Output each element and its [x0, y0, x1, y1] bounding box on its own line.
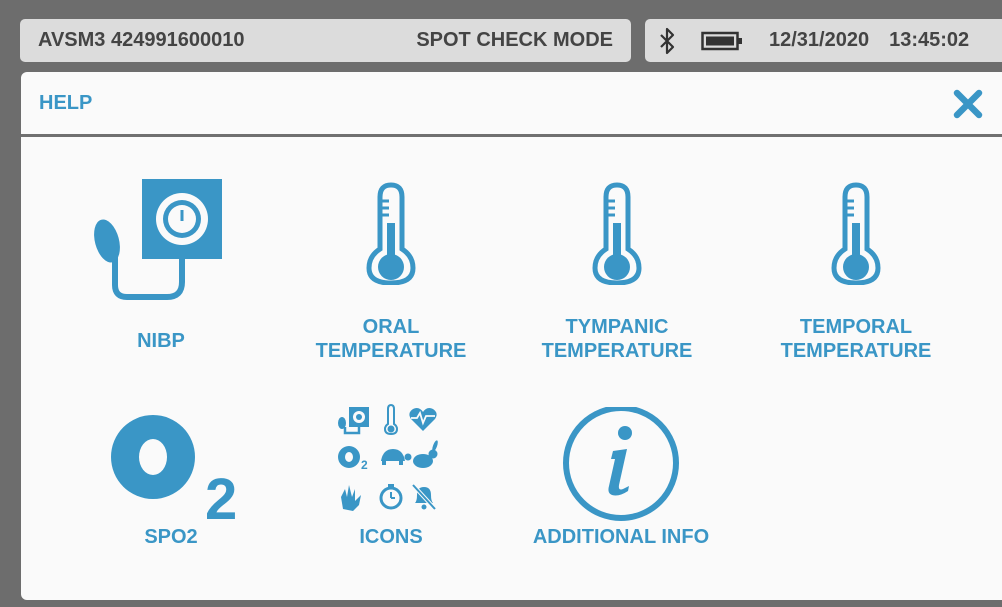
tile-temporal-temperature[interactable]: TEMPORAL TEMPERATURE [766, 177, 946, 377]
mini-timer-icon [379, 484, 403, 510]
mini-hand-icon [341, 485, 361, 511]
status-bar-device: AVSM3 424991600010 SPOT CHECK MODE [20, 19, 631, 62]
tile-label-line2: TEMPERATURE [780, 340, 932, 362]
tile-label-line2: TEMPERATURE [315, 340, 467, 362]
tile-label-line2: TEMPERATURE [541, 340, 693, 362]
bluetooth-icon [660, 27, 675, 54]
time-display: 13:45:02 [889, 29, 970, 51]
tile-nibp[interactable]: NIBP [81, 177, 241, 377]
mini-alarm-off-icon [411, 483, 437, 511]
tile-label-line2: NIBP [137, 330, 185, 352]
close-icon[interactable] [950, 86, 986, 122]
dialog-header: HELP [21, 72, 1002, 137]
tile-label-line2: SPO2 [144, 526, 198, 548]
tile-label-line2: ICONS [359, 526, 423, 548]
battery-icon [701, 31, 742, 50]
tile-label-line1: ORAL [362, 316, 420, 338]
mini-turtle-icon [381, 449, 412, 465]
mini-cuff-icon [338, 407, 369, 435]
tile-label-line2: ADDITIONAL INFO [532, 526, 710, 548]
mini-rabbit-icon [413, 440, 438, 468]
o2-icon: 2 [111, 415, 237, 527]
tile-spo2[interactable]: 2 SPO2 [81, 407, 261, 567]
tile-oral-temperature[interactable]: ORAL TEMPERATURE [301, 177, 481, 377]
icon-grid-icon: 2 [338, 403, 438, 511]
svg-text:2: 2 [361, 458, 368, 472]
thermometer-icon [831, 182, 881, 285]
tile-icons[interactable]: 2 ICONS [311, 397, 471, 567]
status-bar-system: 12/31/2020 13:45:02 [645, 19, 1002, 62]
tile-label-line1: TYMPANIC [565, 316, 669, 338]
tile-label-line1: TEMPORAL [799, 316, 913, 338]
tile-tympanic-temperature[interactable]: TYMPANIC TEMPERATURE [527, 177, 707, 377]
dialog-title: HELP [39, 92, 93, 114]
blood-pressure-cuff-icon [94, 179, 222, 300]
mini-heart-icon [409, 408, 437, 431]
thermometer-icon [366, 182, 416, 285]
date-display: 12/31/2020 [769, 29, 870, 51]
tile-additional-info[interactable]: ADDITIONAL INFO [521, 407, 721, 567]
info-icon [563, 407, 679, 521]
thermometer-icon [592, 182, 642, 285]
device-id: AVSM3 424991600010 [38, 29, 245, 51]
mini-o2-icon: 2 [338, 446, 368, 472]
mode-indicator: SPOT CHECK MODE [416, 29, 613, 51]
help-dialog: HELP NIBP ORAL TEMPERATURE TYMPANIC TEMP… [21, 72, 1002, 600]
mini-thermometer-icon [383, 403, 399, 436]
o2-subscript: 2 [205, 467, 237, 527]
